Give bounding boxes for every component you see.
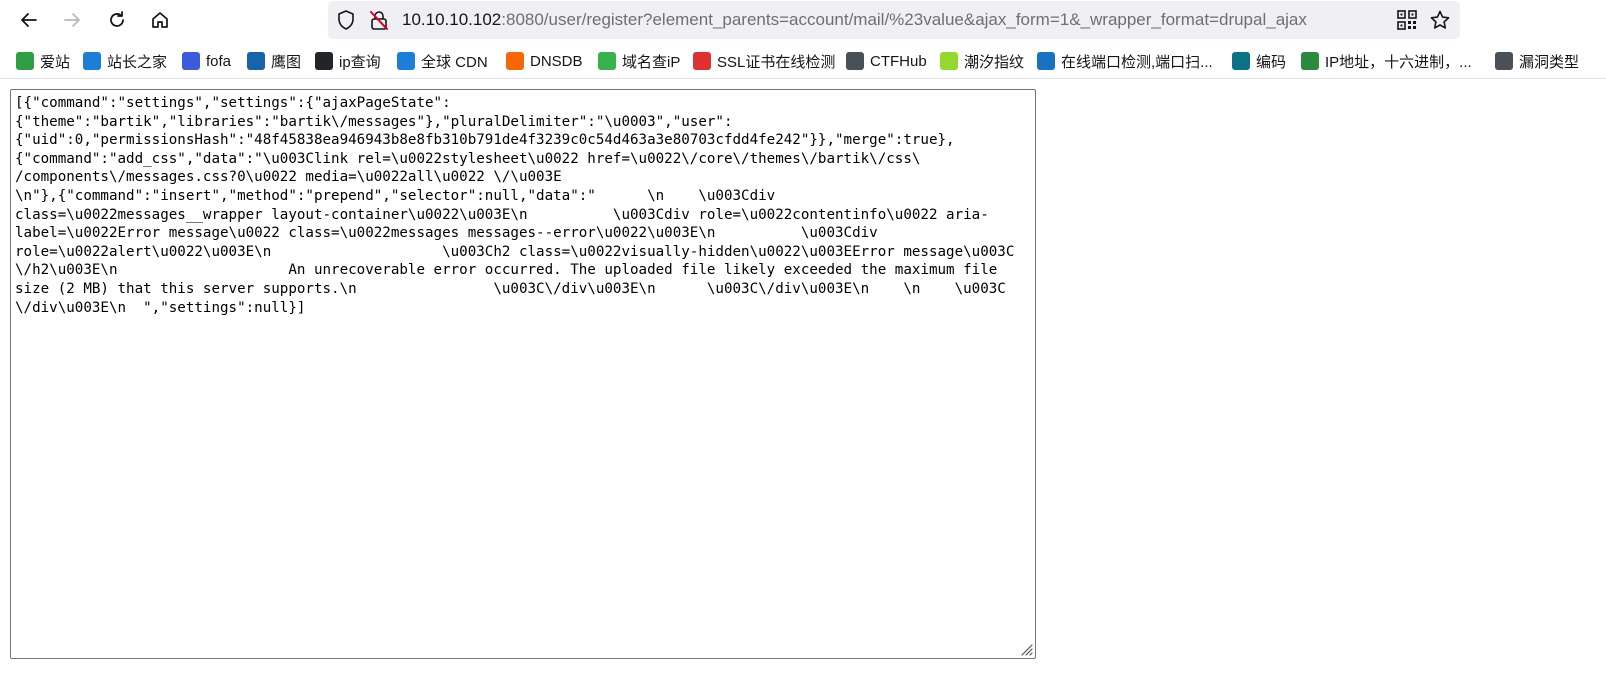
bookmark-favicon-icon — [693, 52, 711, 70]
bookmark-favicon-icon — [506, 52, 524, 70]
star-icon[interactable] — [1429, 9, 1451, 31]
bookmark-favicon-icon — [83, 52, 101, 70]
bookmark-label: 鹰图 — [271, 53, 302, 71]
bookmark-favicon-icon — [16, 52, 34, 70]
bookmark-label: fofa — [206, 52, 232, 70]
bookmark-item[interactable]: fofa — [182, 50, 231, 72]
insecure-lock-icon[interactable] — [368, 9, 390, 31]
bookmark-favicon-icon — [1232, 52, 1250, 70]
toolbar-divider — [0, 78, 1606, 79]
bookmark-item[interactable]: ip查询 — [315, 50, 381, 72]
bookmark-favicon-icon — [397, 52, 415, 70]
bookmark-item[interactable]: 漏洞类型 — [1495, 50, 1579, 72]
bookmark-favicon-icon — [247, 52, 265, 70]
bookmark-label: 潮汐指纹 — [964, 53, 1025, 71]
bookmark-label: DNSDB — [530, 52, 583, 70]
response-body[interactable]: [{"command":"settings","settings":{"ajax… — [11, 90, 1035, 321]
bookmark-item[interactable]: DNSDB — [506, 50, 583, 72]
bookmark-label: 爱站 — [40, 53, 71, 71]
address-bar[interactable]: 10.10.10.102:8080/user/register?element_… — [328, 1, 1460, 39]
url-path: :8080/user/register?element_parents=acco… — [501, 10, 1307, 29]
bookmark-label: 站长之家 — [107, 53, 168, 71]
bookmark-favicon-icon — [315, 52, 333, 70]
forward-button[interactable] — [56, 4, 88, 36]
bookmark-label: 在线端口检测,端口扫... — [1061, 53, 1213, 71]
bookmark-label: ip查询 — [339, 53, 381, 71]
bookmark-favicon-icon — [1495, 52, 1513, 70]
bookmark-favicon-icon — [846, 52, 864, 70]
bookmark-item[interactable]: 编码 — [1232, 50, 1286, 72]
bookmark-label: 漏洞类型 — [1519, 53, 1580, 71]
bookmark-label: 全球 CDN — [421, 53, 488, 71]
reload-button[interactable] — [101, 4, 133, 36]
response-textarea[interactable]: [{"command":"settings","settings":{"ajax… — [10, 89, 1036, 659]
bookmark-label: 域名查iP — [622, 53, 681, 71]
bookmark-favicon-icon — [1301, 52, 1319, 70]
home-button[interactable] — [144, 4, 176, 36]
bookmark-label: CTFHub — [870, 52, 927, 70]
bookmark-item[interactable]: 鹰图 — [247, 50, 301, 72]
bookmark-item[interactable]: CTFHub — [846, 50, 927, 72]
bookmark-favicon-icon — [598, 52, 616, 70]
url-text[interactable]: 10.10.10.102:8080/user/register?element_… — [402, 10, 1307, 30]
bookmark-favicon-icon — [1037, 52, 1055, 70]
home-icon — [152, 12, 168, 28]
bookmark-item[interactable]: 域名查iP — [598, 50, 680, 72]
bookmark-item[interactable]: 站长之家 — [83, 50, 167, 72]
bookmark-label: SSL证书在线检测 — [717, 53, 836, 71]
bookmark-favicon-icon — [940, 52, 958, 70]
bookmark-item[interactable]: SSL证书在线检测 — [693, 50, 835, 72]
bookmark-label: 编码 — [1256, 53, 1287, 71]
bookmark-favicon-icon — [182, 52, 200, 70]
navigation-toolbar: 10.10.10.102:8080/user/register?element_… — [0, 0, 1606, 40]
bookmark-item[interactable]: 潮汐指纹 — [940, 50, 1024, 72]
reload-icon — [110, 11, 124, 27]
arrow-right-icon — [64, 13, 80, 27]
bookmarks-toolbar: 爱站 站长之家 fofa 鹰图 ip查询 全球 CDN DNSDB 域名查iP … — [0, 46, 1606, 76]
resize-grip-icon[interactable] — [1017, 640, 1033, 656]
arrow-left-icon — [21, 13, 37, 27]
shield-icon[interactable] — [335, 9, 357, 31]
bookmark-item[interactable]: 在线端口检测,端口扫... — [1037, 50, 1213, 72]
bookmark-item[interactable]: 爱站 — [16, 50, 70, 72]
qr-code-icon[interactable] — [1397, 10, 1417, 30]
bookmark-label: IP地址，十六进制，... — [1325, 53, 1472, 71]
bookmark-item[interactable]: 全球 CDN — [397, 50, 488, 72]
bookmark-item[interactable]: IP地址，十六进制，... — [1301, 50, 1472, 72]
back-button[interactable] — [13, 4, 45, 36]
url-host: 10.10.10.102 — [402, 10, 502, 29]
